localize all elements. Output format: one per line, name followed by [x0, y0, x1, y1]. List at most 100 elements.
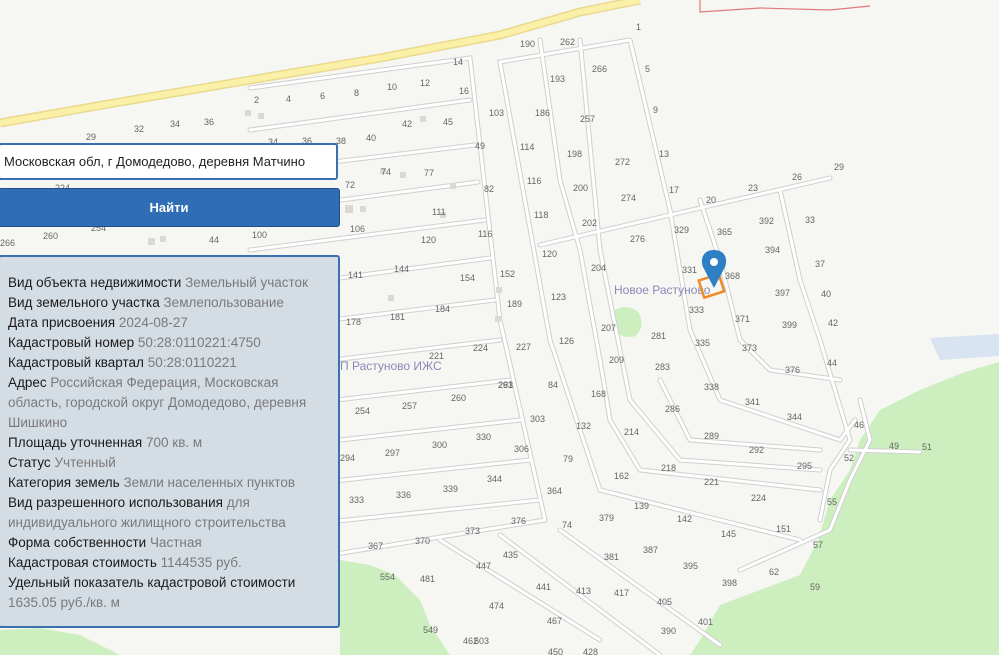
- info-label: Кадастровый квартал: [8, 355, 144, 370]
- info-label: Вид земельного участка: [8, 295, 160, 310]
- info-row: Кадастровый квартал 50:28:0110221: [8, 353, 332, 373]
- water-area: [930, 334, 999, 360]
- parcel-number: 368: [725, 271, 740, 281]
- info-row: Вид земельного участка Землепользование: [8, 293, 332, 313]
- info-value: 700 кв. м: [146, 435, 203, 450]
- parcel-number: 126: [559, 336, 574, 346]
- parcel-number: 274: [621, 193, 636, 203]
- info-value: Частная: [149, 535, 202, 550]
- parcel-number: 224: [751, 493, 766, 503]
- parcel-number: 51: [922, 442, 932, 452]
- parcel-number: 333: [349, 495, 364, 505]
- parcel-number: 209: [609, 355, 624, 365]
- parcel-number: 40: [821, 289, 831, 299]
- parcel-number: 46: [854, 420, 864, 430]
- address-search-input[interactable]: [0, 145, 336, 178]
- info-value: 50:28:0110221: [147, 355, 237, 370]
- parcel-number: 29: [86, 132, 96, 142]
- info-value: 1635.05 руб./кв. м: [8, 595, 120, 610]
- parcel-number: 193: [550, 74, 565, 84]
- parcel-number: 554: [380, 572, 395, 582]
- parcel-number: 116: [478, 229, 492, 239]
- parcel-number: 447: [476, 561, 491, 571]
- parcel-number: 34: [170, 119, 180, 129]
- parcel-number: 120: [542, 249, 557, 259]
- parcel-number: 82: [484, 184, 494, 194]
- parcel-number: 111: [432, 207, 446, 217]
- parcel-number: 467: [547, 616, 562, 626]
- parcel-number: 387: [643, 545, 658, 555]
- parcel-number: 151: [776, 524, 791, 534]
- find-button[interactable]: Найти: [0, 188, 340, 227]
- info-row: Статус Учтенный: [8, 453, 332, 473]
- parcel-number: 292: [749, 445, 764, 455]
- parcel-number: 254: [355, 406, 370, 416]
- parcel-number: 72: [345, 180, 355, 190]
- parcel-number: 142: [677, 514, 692, 524]
- parcel-number: 331: [682, 265, 697, 275]
- parcel-number: 474: [489, 601, 504, 611]
- parcel-number: 123: [551, 292, 566, 302]
- parcel-number: 100: [252, 230, 267, 240]
- parcel-number: 381: [604, 552, 619, 562]
- parcel-number: 103: [489, 108, 504, 118]
- info-label: Дата присвоения: [8, 315, 116, 330]
- parcel-number: 395: [683, 561, 698, 571]
- parcel-number: 2: [254, 95, 259, 105]
- parcel-number: 14: [453, 57, 463, 67]
- parcel-number: 178: [346, 317, 361, 327]
- parcel-number: 371: [735, 314, 750, 324]
- parcel-number: 397: [775, 288, 790, 298]
- parcel-number: 145: [721, 529, 736, 539]
- info-value: Земельный участок: [185, 275, 308, 290]
- parcel-number: 207: [601, 323, 616, 333]
- info-row: Категория земель Земли населенных пункто…: [8, 473, 332, 493]
- parcel-number: 300: [432, 440, 447, 450]
- parcel-number: 202: [582, 218, 597, 228]
- parcel-number: 189: [507, 299, 522, 309]
- parcel-number: 549: [423, 625, 438, 635]
- parcel-number: 77: [424, 168, 434, 178]
- parcel-number: 162: [614, 471, 629, 481]
- parcel-number: 6: [320, 91, 325, 101]
- parcel-number: 333: [689, 305, 704, 315]
- parcel-number: 26: [792, 172, 802, 182]
- parcel-number: 45: [443, 117, 453, 127]
- parcel-number: 441: [536, 582, 551, 592]
- parcel-number: 132: [576, 421, 591, 431]
- parcel-number: 379: [599, 513, 614, 523]
- parcel-number: 303: [530, 414, 545, 424]
- parcel-number: 186: [535, 108, 550, 118]
- parcel-number: 23: [748, 183, 758, 193]
- parcel-number: 168: [591, 389, 606, 399]
- parcel-number: 120: [421, 235, 436, 245]
- info-label: Кадастровая стоимость: [8, 555, 157, 570]
- parcel-number: 257: [580, 114, 595, 124]
- parcel-number: 339: [443, 484, 458, 494]
- parcel-number: 55: [827, 497, 837, 507]
- parcel-number: 42: [828, 318, 838, 328]
- parcel-number: 338: [704, 382, 719, 392]
- parcel-number: 401: [698, 617, 713, 627]
- parcel-number: 289: [704, 431, 719, 441]
- parcel-number: 8: [354, 88, 359, 98]
- parcel-number: 417: [614, 588, 629, 598]
- parcel-number: 181: [390, 312, 405, 322]
- parcel-number: 399: [782, 320, 797, 330]
- parcel-number: 224: [473, 343, 488, 353]
- info-value: Землепользование: [163, 295, 284, 310]
- parcel-number: 42: [402, 119, 412, 129]
- info-label: Площадь уточненная: [8, 435, 143, 450]
- parcel-number: 262: [560, 37, 575, 47]
- parcel-number: 272: [615, 157, 630, 167]
- parcel-number: 336: [396, 490, 411, 500]
- address-search-field[interactable]: [0, 143, 338, 180]
- parcel-number: 373: [465, 526, 480, 536]
- info-row: Удельный показатель кадастровой стоимост…: [8, 573, 332, 613]
- info-label: Удельный показатель кадастровой стоимост…: [8, 575, 296, 590]
- parcel-number: 10: [387, 82, 397, 92]
- parcel-number: 9: [653, 105, 658, 115]
- parcel-number: 266: [592, 64, 607, 74]
- parcel-number: 276: [630, 234, 645, 244]
- parcel-number: 62: [769, 567, 779, 577]
